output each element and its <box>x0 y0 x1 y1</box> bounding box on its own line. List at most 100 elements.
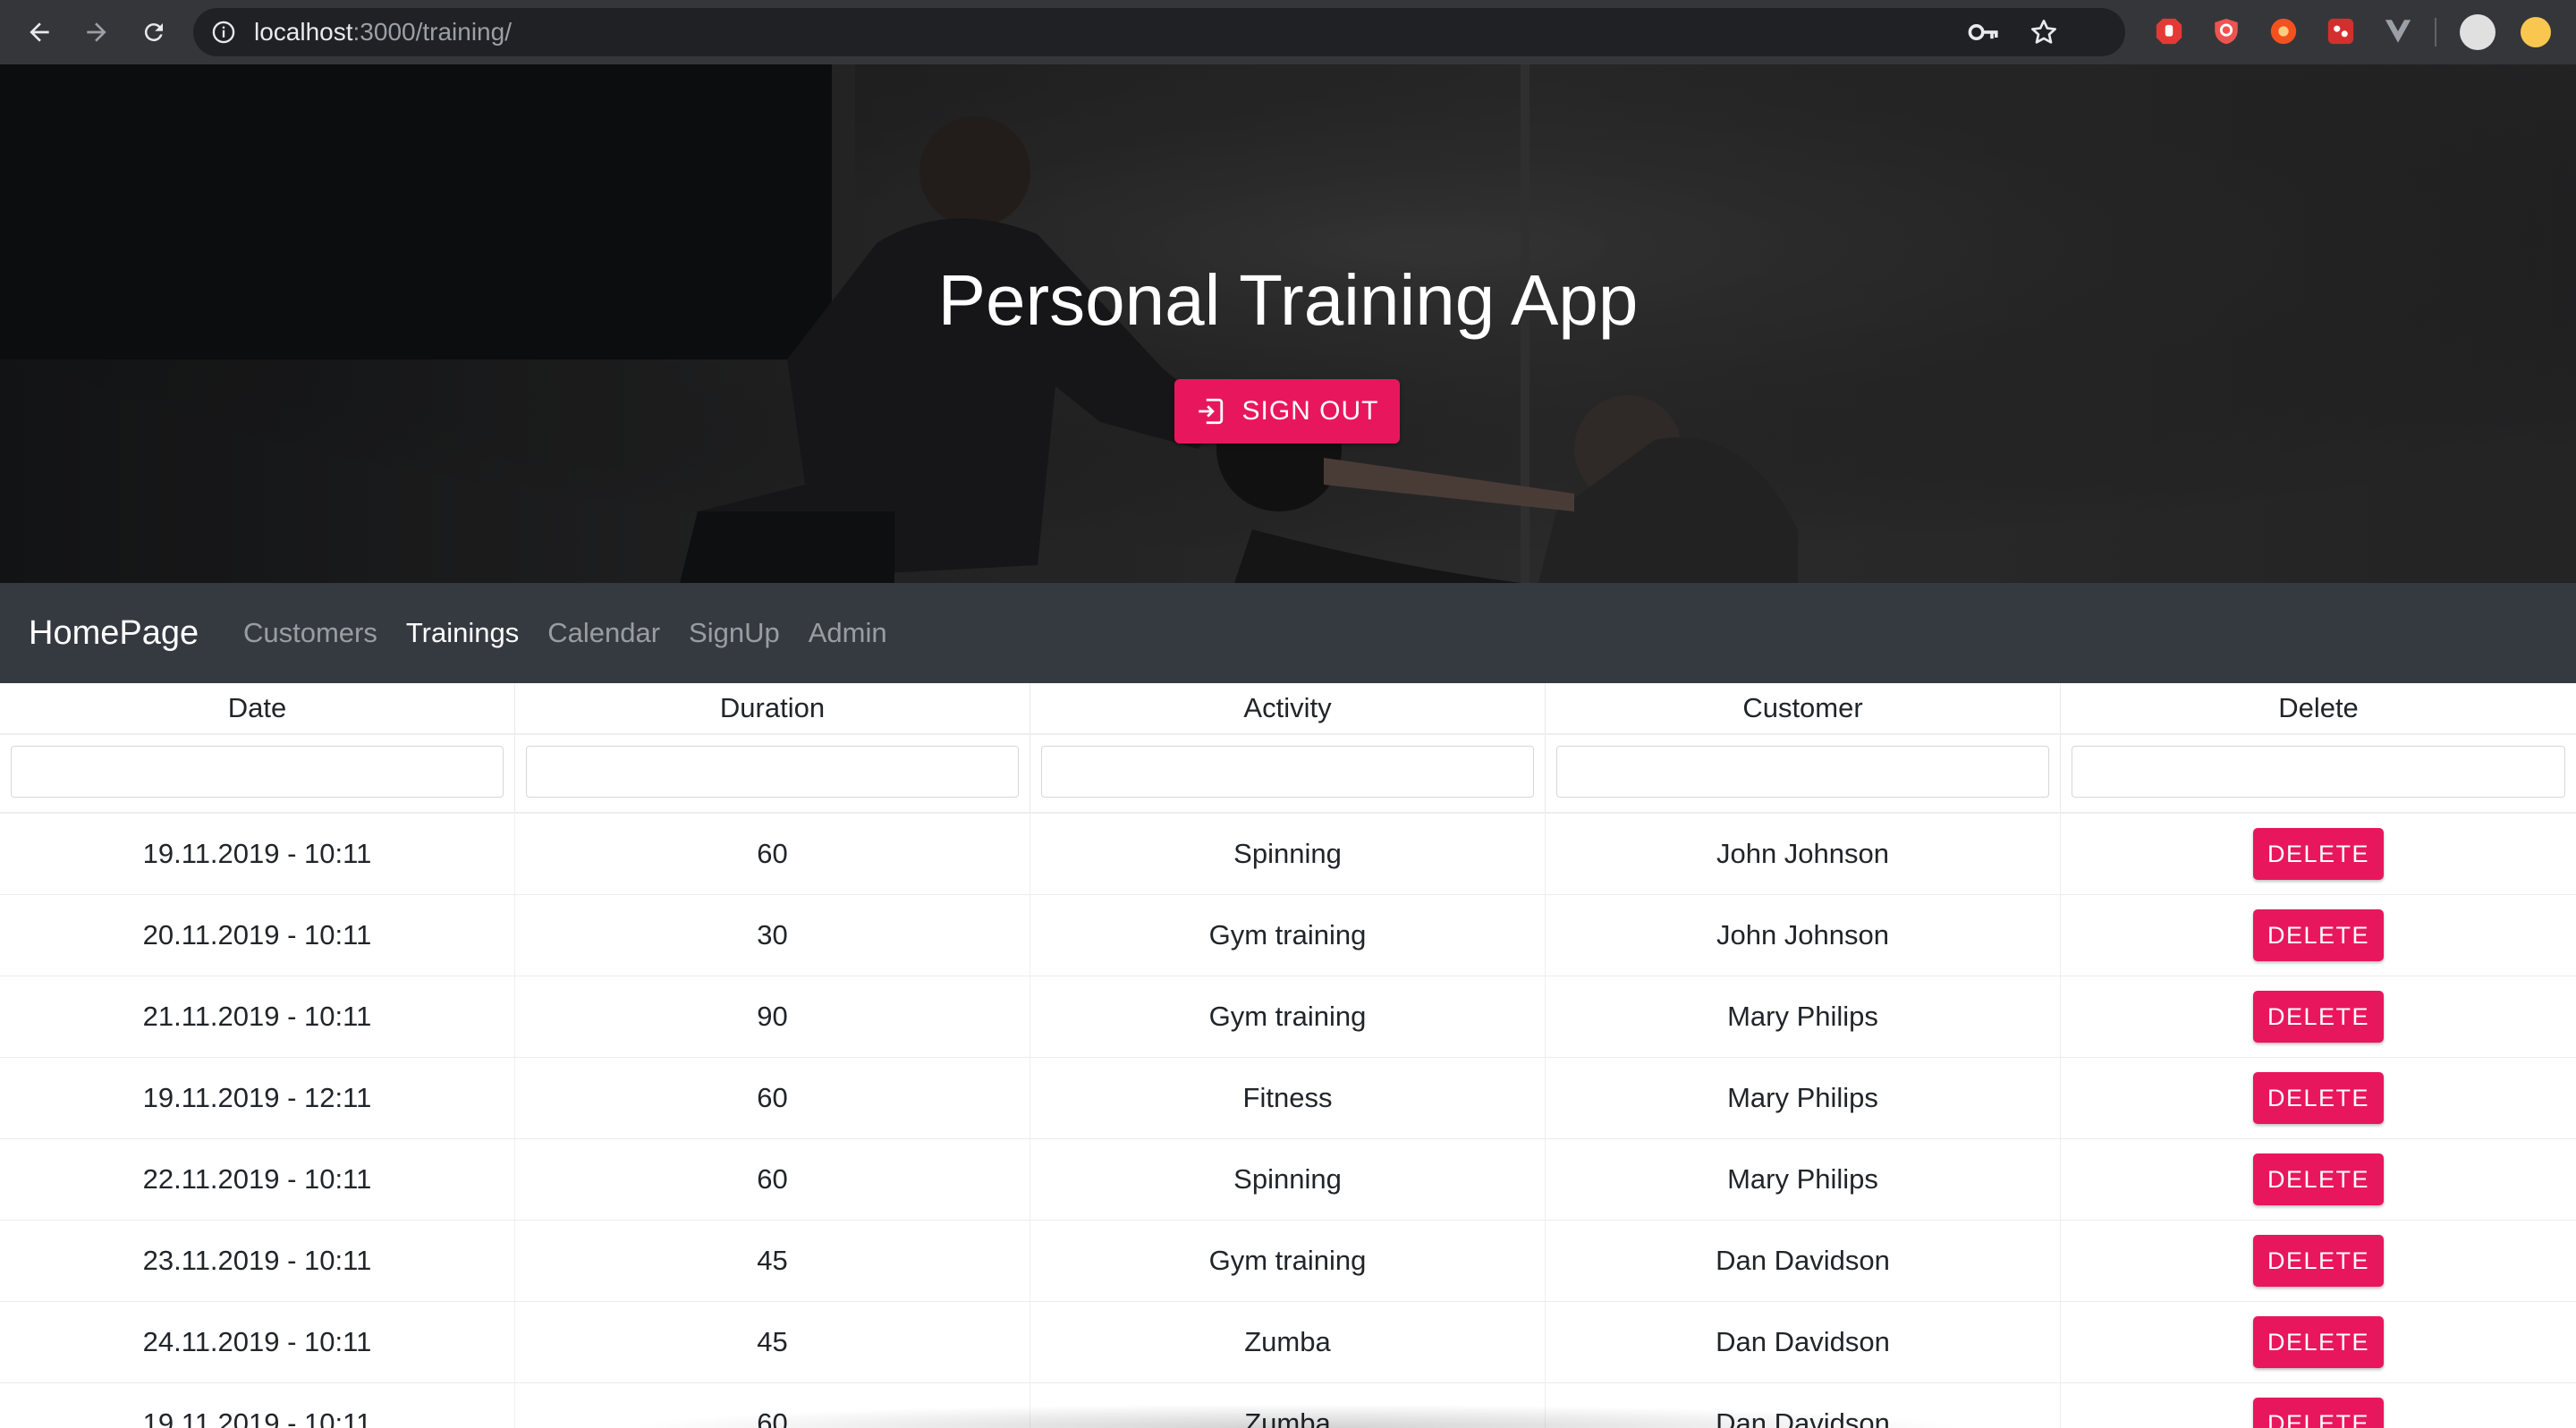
filter-date-input[interactable] <box>11 746 504 798</box>
cell-activity: Spinning <box>1030 1139 1546 1220</box>
filter-cell-delete <box>2061 735 2576 812</box>
cell-delete: DELETE <box>2061 895 2576 976</box>
filter-duration-input[interactable] <box>526 746 1019 798</box>
url-host: localhost <box>254 18 353 46</box>
cell-duration: 90 <box>515 976 1030 1057</box>
orange-extension-icon[interactable] <box>2268 16 2299 46</box>
cell-date: 23.11.2019 - 10:11 <box>0 1221 515 1301</box>
cell-customer: Mary Philips <box>1546 976 2061 1057</box>
delete-button[interactable]: DELETE <box>2253 1397 2384 1428</box>
column-header-customer[interactable]: Customer <box>1546 683 2061 733</box>
cell-customer: Mary Philips <box>1546 1058 2061 1138</box>
cell-date: 19.11.2019 - 12:11 <box>0 1058 515 1138</box>
sign-in-arrow-icon <box>1199 398 1224 425</box>
trainings-table: Date Duration Activity Customer Delete 1… <box>0 683 2576 1428</box>
cell-duration: 60 <box>515 1058 1030 1138</box>
cell-delete: DELETE <box>2061 1058 2576 1138</box>
delete-button[interactable]: DELETE <box>2253 1071 2384 1124</box>
column-header-delete[interactable]: Delete <box>2061 683 2576 733</box>
cell-duration: 60 <box>515 1383 1030 1428</box>
cell-duration: 60 <box>515 1139 1030 1220</box>
delete-button[interactable]: DELETE <box>2253 1315 2384 1368</box>
update-indicator-icon[interactable] <box>2521 17 2551 47</box>
cell-customer: Dan Davidson <box>1546 1302 2061 1382</box>
filter-delete-input[interactable] <box>2072 746 2565 798</box>
vue-devtools-icon[interactable] <box>2383 16 2413 46</box>
back-arrow-icon[interactable] <box>20 13 59 52</box>
cell-delete: DELETE <box>2061 1139 2576 1220</box>
nav-link-trainings[interactable]: Trainings <box>406 583 519 683</box>
table-row: 24.11.2019 - 10:11 45 Zumba Dan Davidson… <box>0 1302 2576 1383</box>
column-header-duration[interactable]: Duration <box>515 683 1030 733</box>
sign-out-label: SIGN OUT <box>1241 396 1379 426</box>
nav-link-signup[interactable]: SignUp <box>689 583 780 683</box>
url-text: localhost:3000/training/ <box>254 8 512 56</box>
table-row: 23.11.2019 - 10:11 45 Gym training Dan D… <box>0 1221 2576 1302</box>
cell-delete: DELETE <box>2061 976 2576 1057</box>
delete-button[interactable]: DELETE <box>2253 1234 2384 1287</box>
cell-duration: 45 <box>515 1302 1030 1382</box>
profile-avatar[interactable] <box>2460 14 2496 50</box>
top-navbar: HomePage Customers Trainings Calendar Si… <box>0 583 2576 683</box>
nav-links: Customers Trainings Calendar SignUp Admi… <box>243 583 916 683</box>
red-extension-icon[interactable] <box>2326 16 2356 46</box>
cell-activity: Gym training <box>1030 976 1546 1057</box>
reload-icon[interactable] <box>134 13 174 52</box>
table-row: 20.11.2019 - 10:11 30 Gym training John … <box>0 895 2576 976</box>
cell-duration: 45 <box>515 1221 1030 1301</box>
cell-delete: DELETE <box>2061 814 2576 894</box>
cell-date: 19.11.2019 - 10:11 <box>0 814 515 894</box>
adblock-extension-icon[interactable] <box>2154 16 2184 46</box>
cell-customer: Dan Davidson <box>1546 1383 2061 1428</box>
cell-date: 19.11.2019 - 10:11 <box>0 1383 515 1428</box>
filter-cell-customer <box>1546 735 2061 812</box>
filter-cell-activity <box>1030 735 1546 812</box>
table-header: Date Duration Activity Customer Delete <box>0 683 2576 735</box>
cell-date: 21.11.2019 - 10:11 <box>0 976 515 1057</box>
table-row: 19.11.2019 - 10:11 60 Spinning John John… <box>0 814 2576 895</box>
column-header-activity[interactable]: Activity <box>1030 683 1546 733</box>
column-header-date[interactable]: Date <box>0 683 515 733</box>
sign-out-button[interactable]: SIGN OUT <box>1174 379 1400 444</box>
table-row: 19.11.2019 - 10:11 60 Zumba Dan Davidson… <box>0 1383 2576 1428</box>
forward-arrow-icon[interactable] <box>77 13 116 52</box>
filter-cell-duration <box>515 735 1030 812</box>
table-row: 22.11.2019 - 10:11 60 Spinning Mary Phil… <box>0 1139 2576 1221</box>
cell-delete: DELETE <box>2061 1302 2576 1382</box>
table-row: 21.11.2019 - 10:11 90 Gym training Mary … <box>0 976 2576 1058</box>
cell-activity: Fitness <box>1030 1058 1546 1138</box>
cell-date: 22.11.2019 - 10:11 <box>0 1139 515 1220</box>
cell-date: 20.11.2019 - 10:11 <box>0 895 515 976</box>
cell-activity: Zumba <box>1030 1302 1546 1382</box>
bookmark-star-icon[interactable] <box>2029 18 2059 46</box>
filter-activity-input[interactable] <box>1041 746 1534 798</box>
info-icon[interactable] <box>211 20 236 45</box>
toolbar-divider <box>2435 18 2436 46</box>
cell-delete: DELETE <box>2061 1221 2576 1301</box>
cell-duration: 60 <box>515 814 1030 894</box>
filter-customer-input[interactable] <box>1556 746 2049 798</box>
key-icon[interactable] <box>1968 19 2000 46</box>
browser-toolbar: localhost:3000/training/ <box>0 0 2576 64</box>
navbar-brand[interactable]: HomePage <box>29 583 199 683</box>
cell-activity: Gym training <box>1030 1221 1546 1301</box>
cell-customer: Dan Davidson <box>1546 1221 2061 1301</box>
delete-button[interactable]: DELETE <box>2253 1153 2384 1205</box>
cell-date: 24.11.2019 - 10:11 <box>0 1302 515 1382</box>
cell-customer: Mary Philips <box>1546 1139 2061 1220</box>
cell-delete: DELETE <box>2061 1383 2576 1428</box>
filter-cell-date <box>0 735 515 812</box>
table-row: 19.11.2019 - 12:11 60 Fitness Mary Phili… <box>0 1058 2576 1139</box>
delete-button[interactable]: DELETE <box>2253 827 2384 880</box>
hero-title: Personal Training App <box>937 260 1639 340</box>
cell-activity: Gym training <box>1030 895 1546 976</box>
cell-duration: 30 <box>515 895 1030 976</box>
nav-link-calendar[interactable]: Calendar <box>547 583 660 683</box>
hero-banner: Personal Training App SIGN OUT <box>0 64 2576 583</box>
delete-button[interactable]: DELETE <box>2253 908 2384 961</box>
nav-link-customers[interactable]: Customers <box>243 583 377 683</box>
nav-link-admin[interactable]: Admin <box>809 583 887 683</box>
shield-extension-icon[interactable] <box>2211 16 2241 46</box>
address-bar[interactable]: localhost:3000/training/ <box>193 8 2125 56</box>
delete-button[interactable]: DELETE <box>2253 990 2384 1043</box>
